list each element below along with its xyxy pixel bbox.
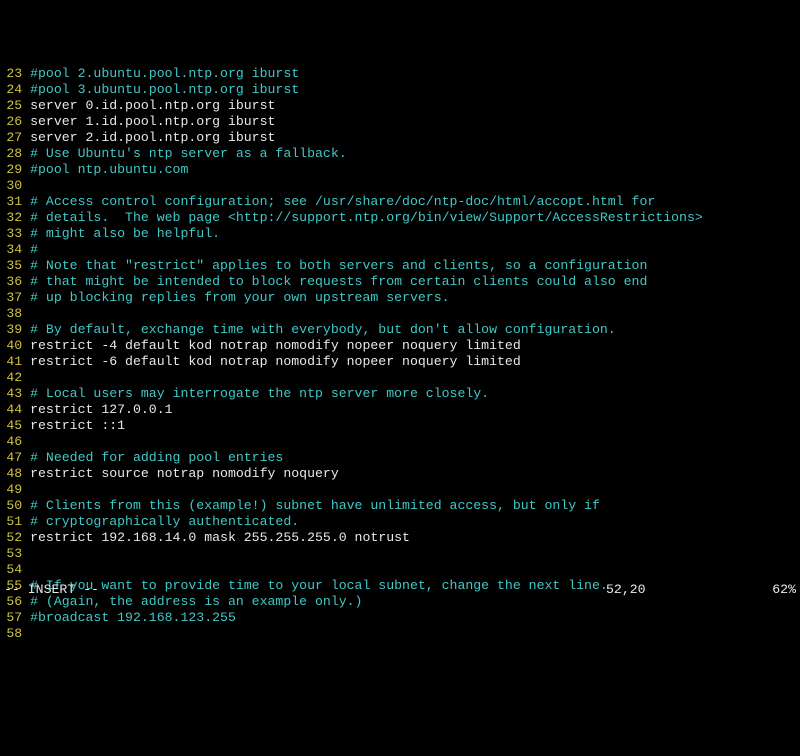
line-number: 23	[4, 66, 22, 82]
editor-line[interactable]: 51 # cryptographically authenticated.	[4, 514, 796, 530]
line-number: 25	[4, 98, 22, 114]
editor-line[interactable]: 26 server 1.id.pool.ntp.org iburst	[4, 114, 796, 130]
line-number: 50	[4, 498, 22, 514]
line-number: 46	[4, 434, 22, 450]
editor-line[interactable]: 45 restrict ::1	[4, 418, 796, 434]
line-text[interactable]: restrict 192.168.14.0 mask 255.255.255.0…	[30, 530, 410, 546]
line-number: 58	[4, 626, 22, 642]
editor-line[interactable]: 31 # Access control configuration; see /u…	[4, 194, 796, 210]
line-text[interactable]: server 2.id.pool.ntp.org iburst	[30, 130, 275, 146]
editor-line[interactable]: 38	[4, 306, 796, 322]
line-number: 30	[4, 178, 22, 194]
line-number: 37	[4, 290, 22, 306]
line-text[interactable]: restrict -6 default kod notrap nomodify …	[30, 354, 521, 370]
line-number: 24	[4, 82, 22, 98]
editor-line[interactable]: 32 # details. The web page <http://suppor…	[4, 210, 796, 226]
editor-line[interactable]: 43 # Local users may interrogate the ntp …	[4, 386, 796, 402]
line-number: 31	[4, 194, 22, 210]
line-text[interactable]: server 0.id.pool.ntp.org iburst	[30, 98, 275, 114]
editor-line[interactable]: 57 #broadcast 192.168.123.255	[4, 610, 796, 626]
line-number: 42	[4, 370, 22, 386]
line-number: 33	[4, 226, 22, 242]
line-number: 26	[4, 114, 22, 130]
line-text[interactable]: #pool 2.ubuntu.pool.ntp.org iburst	[30, 66, 299, 82]
line-number: 40	[4, 338, 22, 354]
line-number: 47	[4, 450, 22, 466]
editor-line[interactable]: 33 # might also be helpful.	[4, 226, 796, 242]
editor-line[interactable]: 30	[4, 178, 796, 194]
line-text[interactable]: #	[30, 242, 38, 258]
line-number: 28	[4, 146, 22, 162]
line-number: 45	[4, 418, 22, 434]
line-text[interactable]: #pool 3.ubuntu.pool.ntp.org iburst	[30, 82, 299, 98]
line-text[interactable]: # might also be helpful.	[30, 226, 220, 242]
editor-line[interactable]: 28 # Use Ubuntu's ntp server as a fallbac…	[4, 146, 796, 162]
line-text[interactable]: # By default, exchange time with everybo…	[30, 322, 616, 338]
line-number: 29	[4, 162, 22, 178]
editor-line[interactable]: 53	[4, 546, 796, 562]
editor-line[interactable]: 44 restrict 127.0.0.1	[4, 402, 796, 418]
line-number: 38	[4, 306, 22, 322]
editor-line[interactable]: 36 # that might be intended to block requ…	[4, 274, 796, 290]
line-text[interactable]: # that might be intended to block reques…	[30, 274, 647, 290]
line-text[interactable]: #pool ntp.ubuntu.com	[30, 162, 188, 178]
scroll-percent: 62%	[746, 582, 796, 598]
line-number: 39	[4, 322, 22, 338]
editor-line[interactable]: 39 # By default, exchange time with every…	[4, 322, 796, 338]
line-number: 35	[4, 258, 22, 274]
line-number: 57	[4, 610, 22, 626]
line-text[interactable]: # Needed for adding pool entries	[30, 450, 283, 466]
editor-mode: -- INSERT --	[4, 582, 606, 598]
editor-line[interactable]: 35 # Note that "restrict" applies to both…	[4, 258, 796, 274]
editor-line[interactable]: 49	[4, 482, 796, 498]
editor-line[interactable]: 48 restrict source notrap nomodify noquer…	[4, 466, 796, 482]
editor-line[interactable]: 52 restrict 192.168.14.0 mask 255.255.255…	[4, 530, 796, 546]
editor-line[interactable]: 29 #pool ntp.ubuntu.com	[4, 162, 796, 178]
editor-line[interactable]: 42	[4, 370, 796, 386]
editor-line[interactable]: 41 restrict -6 default kod notrap nomodif…	[4, 354, 796, 370]
line-number: 49	[4, 482, 22, 498]
editor-line[interactable]: 47 # Needed for adding pool entries	[4, 450, 796, 466]
line-number: 41	[4, 354, 22, 370]
line-number: 32	[4, 210, 22, 226]
line-text[interactable]: # details. The web page <http://support.…	[30, 210, 703, 226]
line-number: 27	[4, 130, 22, 146]
line-number: 54	[4, 562, 22, 578]
line-number: 36	[4, 274, 22, 290]
line-text[interactable]: # up blocking replies from your own upst…	[30, 290, 449, 306]
line-number: 53	[4, 546, 22, 562]
editor-line[interactable]: 46	[4, 434, 796, 450]
line-text[interactable]: #broadcast 192.168.123.255	[30, 610, 236, 626]
editor-line[interactable]: 40 restrict -4 default kod notrap nomodif…	[4, 338, 796, 354]
line-number: 48	[4, 466, 22, 482]
line-text[interactable]: server 1.id.pool.ntp.org iburst	[30, 114, 275, 130]
editor-line[interactable]: 58	[4, 626, 796, 642]
line-text[interactable]: # Note that "restrict" applies to both s…	[30, 258, 647, 274]
editor-line[interactable]: 50 # Clients from this (example!) subnet …	[4, 498, 796, 514]
editor-line[interactable]: 34 #	[4, 242, 796, 258]
line-text[interactable]: restrict ::1	[30, 418, 125, 434]
editor-line[interactable]: 27 server 2.id.pool.ntp.org iburst	[4, 130, 796, 146]
line-text[interactable]: # cryptographically authenticated.	[30, 514, 299, 530]
line-text[interactable]: # Use Ubuntu's ntp server as a fallback.	[30, 146, 347, 162]
editor-line[interactable]: 54	[4, 562, 796, 578]
editor-line[interactable]: 23 #pool 2.ubuntu.pool.ntp.org iburst	[4, 66, 796, 82]
editor-line[interactable]: 37 # up blocking replies from your own up…	[4, 290, 796, 306]
editor-line[interactable]: 24 #pool 3.ubuntu.pool.ntp.org iburst	[4, 82, 796, 98]
line-text[interactable]: restrict -4 default kod notrap nomodify …	[30, 338, 521, 354]
line-text[interactable]: # Clients from this (example!) subnet ha…	[30, 498, 600, 514]
line-text[interactable]: # Access control configuration; see /usr…	[30, 194, 655, 210]
cursor-position: 52,20	[606, 582, 746, 598]
line-number: 51	[4, 514, 22, 530]
line-number: 52	[4, 530, 22, 546]
line-number: 34	[4, 242, 22, 258]
editor-line[interactable]: 25 server 0.id.pool.ntp.org iburst	[4, 98, 796, 114]
status-bar: -- INSERT -- 52,20 62%	[4, 582, 796, 598]
line-text[interactable]: restrict 127.0.0.1	[30, 402, 172, 418]
editor-viewport[interactable]: 23 #pool 2.ubuntu.pool.ntp.org iburst 24 #p…	[0, 64, 800, 644]
line-number: 43	[4, 386, 22, 402]
line-text[interactable]: # Local users may interrogate the ntp se…	[30, 386, 489, 402]
line-text[interactable]: restrict source notrap nomodify noquery	[30, 466, 339, 482]
line-number: 44	[4, 402, 22, 418]
